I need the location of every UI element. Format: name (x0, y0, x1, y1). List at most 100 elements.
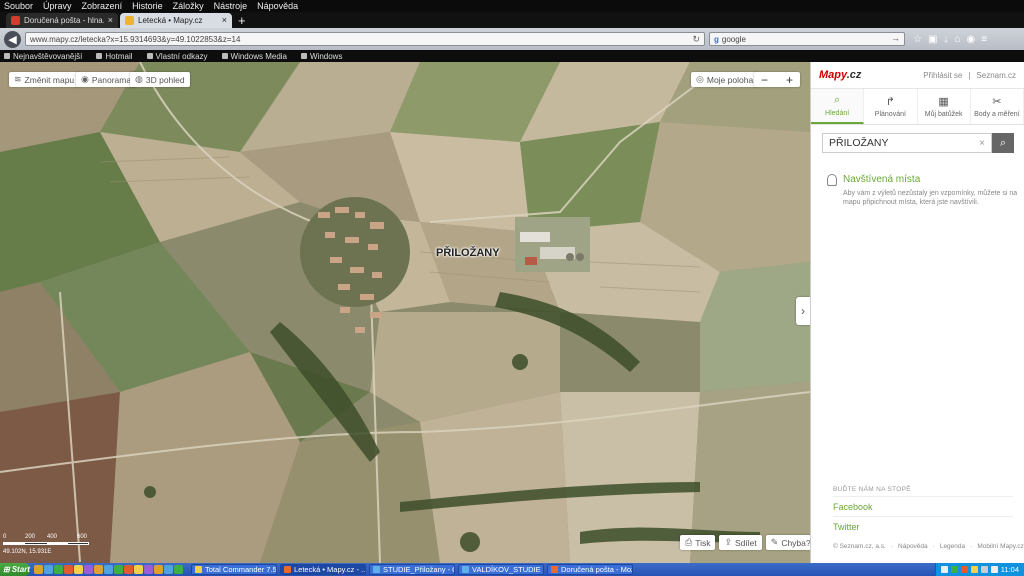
quicklaunch-icon[interactable] (134, 565, 143, 574)
taskbar-item[interactable]: Doručená pošta - Mozilla ... (547, 564, 633, 575)
twitter-link[interactable]: Twitter (833, 522, 1013, 536)
taskbar-item[interactable]: STUDIE_Přiložany - Grap... (369, 564, 455, 575)
quicklaunch-icon[interactable] (124, 565, 133, 574)
search-icon: ⌕ (834, 94, 841, 106)
login-link[interactable]: Přihlásit se (923, 71, 962, 80)
start-button[interactable]: ⊞ Start (0, 563, 30, 576)
place-search-input[interactable]: PŘILOŽANY × (822, 133, 992, 153)
quicklaunch-icon[interactable] (164, 565, 173, 574)
taskbar-item[interactable]: Letecká • Mapy.cz - ... (280, 564, 366, 575)
quicklaunch-icon[interactable] (74, 565, 83, 574)
quicklaunch-icon[interactable] (154, 565, 163, 574)
quicklaunch-icon[interactable] (104, 565, 113, 574)
menu-view[interactable]: Zobrazení (82, 1, 123, 11)
quicklaunch-icon[interactable] (174, 565, 183, 574)
location-icon: ◎ (696, 74, 704, 84)
back-arrow-icon: ◀ (8, 33, 17, 46)
app-icon (462, 566, 469, 573)
tab-inbox[interactable]: Doručená pošta - hlna.fischer... × (6, 13, 118, 28)
print-label: Tisk (695, 537, 711, 548)
taskbar-item[interactable]: VALDÍKOV_STUDIE RD_Z... (458, 564, 544, 575)
menu-help[interactable]: Nápověda (257, 1, 298, 11)
mobile-link[interactable]: Mobilní Mapy.cz (977, 543, 1023, 550)
bookmark-custom-links[interactable]: Vlastní odkazy (146, 52, 208, 61)
volume-icon[interactable] (990, 566, 998, 573)
bookmark-icon (96, 53, 103, 59)
tab-backpack[interactable]: ▦ Můj batůžek (918, 89, 971, 124)
visited-title[interactable]: Navštívená místa (843, 174, 1019, 185)
tray-icon[interactable] (980, 566, 988, 573)
tab-planning[interactable]: ↱ Plánování (864, 89, 918, 124)
report-error-button[interactable]: ✎ Chyba? (765, 535, 810, 550)
tab-search[interactable]: ⌕ Hledání (811, 89, 865, 124)
quicklaunch-icon[interactable] (84, 565, 93, 574)
firefox-icon (551, 566, 558, 573)
my-location-button[interactable]: ◎ Moje poloha (691, 72, 759, 87)
bookmark-star-icon[interactable]: ☆ (913, 34, 922, 45)
share-icon: ⇪ (724, 537, 733, 547)
bookmark-windows[interactable]: Windows (301, 52, 342, 61)
zoom-controls: − + (754, 72, 800, 87)
aerial-map[interactable]: ≋ Změnit mapu ◉ Panorama ◍ 3D pohled ◎ M… (0, 62, 810, 563)
search-bar-text: google (721, 34, 746, 44)
addon-icon[interactable]: ◉ (966, 34, 975, 45)
menu-file[interactable]: Soubor (4, 1, 33, 11)
share-button[interactable]: ⇪ Sdílet (719, 535, 762, 550)
quicklaunch-icon[interactable] (114, 565, 123, 574)
quicklaunch-icon[interactable] (94, 565, 103, 574)
tray-icon[interactable] (970, 566, 978, 573)
menu-bookmarks[interactable]: Záložky (173, 1, 204, 11)
download-icon[interactable]: ↓ (943, 34, 948, 45)
quicklaunch-icon[interactable] (64, 565, 73, 574)
tab-close-icon[interactable]: × (222, 16, 227, 25)
quicklaunch-icon[interactable] (44, 565, 53, 574)
menu-tools[interactable]: Nástroje (214, 1, 248, 11)
tab-mapy[interactable]: Letecká • Mapy.cz × (120, 13, 232, 28)
search-submit-button[interactable]: ⌕ (992, 133, 1014, 153)
seznam-link[interactable]: Seznam.cz (976, 71, 1016, 80)
change-map-button[interactable]: ≋ Změnit mapu (9, 72, 80, 87)
windows-taskbar: ⊞ Start Total Commander 7.50 p... (0, 563, 1024, 576)
menu-history[interactable]: Historie (132, 1, 163, 11)
tray-icon[interactable] (940, 566, 948, 573)
clock[interactable]: 11:04 (1001, 565, 1019, 574)
screen: Soubor Úpravy Zobrazení Historie Záložky… (0, 0, 1024, 576)
help-link[interactable]: Nápověda (898, 543, 928, 550)
url-bar[interactable]: www.mapy.cz/letecka?x=15.9314693&y=49.10… (25, 32, 705, 46)
view-3d-button[interactable]: ◍ 3D pohled (130, 72, 190, 87)
search-bar[interactable]: g google → (709, 32, 905, 46)
bookmarks-icon[interactable]: ▣ (928, 34, 937, 45)
bookmark-hotmail[interactable]: Hotmail (96, 52, 133, 61)
bookmark-icon (301, 53, 307, 59)
facebook-link[interactable]: Facebook (833, 502, 1013, 517)
print-button[interactable]: ⎙ Tisk (680, 535, 716, 550)
menu-edit[interactable]: Úpravy (43, 1, 72, 11)
expand-panel-button[interactable]: › (796, 297, 810, 325)
sidebar-header: Mapy.cz Přihlásit se | Seznam.cz (811, 62, 1024, 89)
quicklaunch-icon[interactable] (144, 565, 153, 574)
menu-icon[interactable]: ≡ (981, 34, 987, 45)
back-button[interactable]: ◀ (4, 30, 21, 48)
bookmark-most-visited[interactable]: Nejnavštěvovanější (4, 52, 82, 61)
zoom-out-button[interactable]: − (761, 73, 768, 87)
new-tab-button[interactable]: + (238, 14, 246, 28)
refresh-icon[interactable]: ↻ (692, 34, 700, 45)
tray-icon[interactable] (960, 566, 968, 573)
panorama-button[interactable]: ◉ Panorama (76, 72, 137, 87)
tray-icon[interactable] (950, 566, 958, 573)
taskbar-item[interactable]: Total Commander 7.50 p... (191, 564, 277, 575)
bookmark-icon (4, 53, 10, 59)
home-icon[interactable]: ⌂ (954, 34, 960, 45)
tab-measure[interactable]: ✂ Body a měření (971, 89, 1024, 124)
tab-close-icon[interactable]: × (108, 16, 113, 25)
legend-link[interactable]: Legenda (940, 543, 965, 550)
search-go-icon[interactable]: → (891, 33, 900, 43)
mapy-logo[interactable]: Mapy.cz (819, 69, 861, 81)
url-text: www.mapy.cz/letecka?x=15.9314693&y=49.10… (30, 34, 241, 44)
clear-search-icon[interactable]: × (979, 138, 985, 149)
quicklaunch-icon[interactable] (54, 565, 63, 574)
zoom-in-button[interactable]: + (786, 73, 793, 87)
quicklaunch-icon[interactable] (34, 565, 43, 574)
map-bottom-actions: ⎙ Tisk ⇪ Sdílet ✎ Chyba? (680, 535, 810, 550)
bookmark-windows-media[interactable]: Windows Media (221, 52, 287, 61)
